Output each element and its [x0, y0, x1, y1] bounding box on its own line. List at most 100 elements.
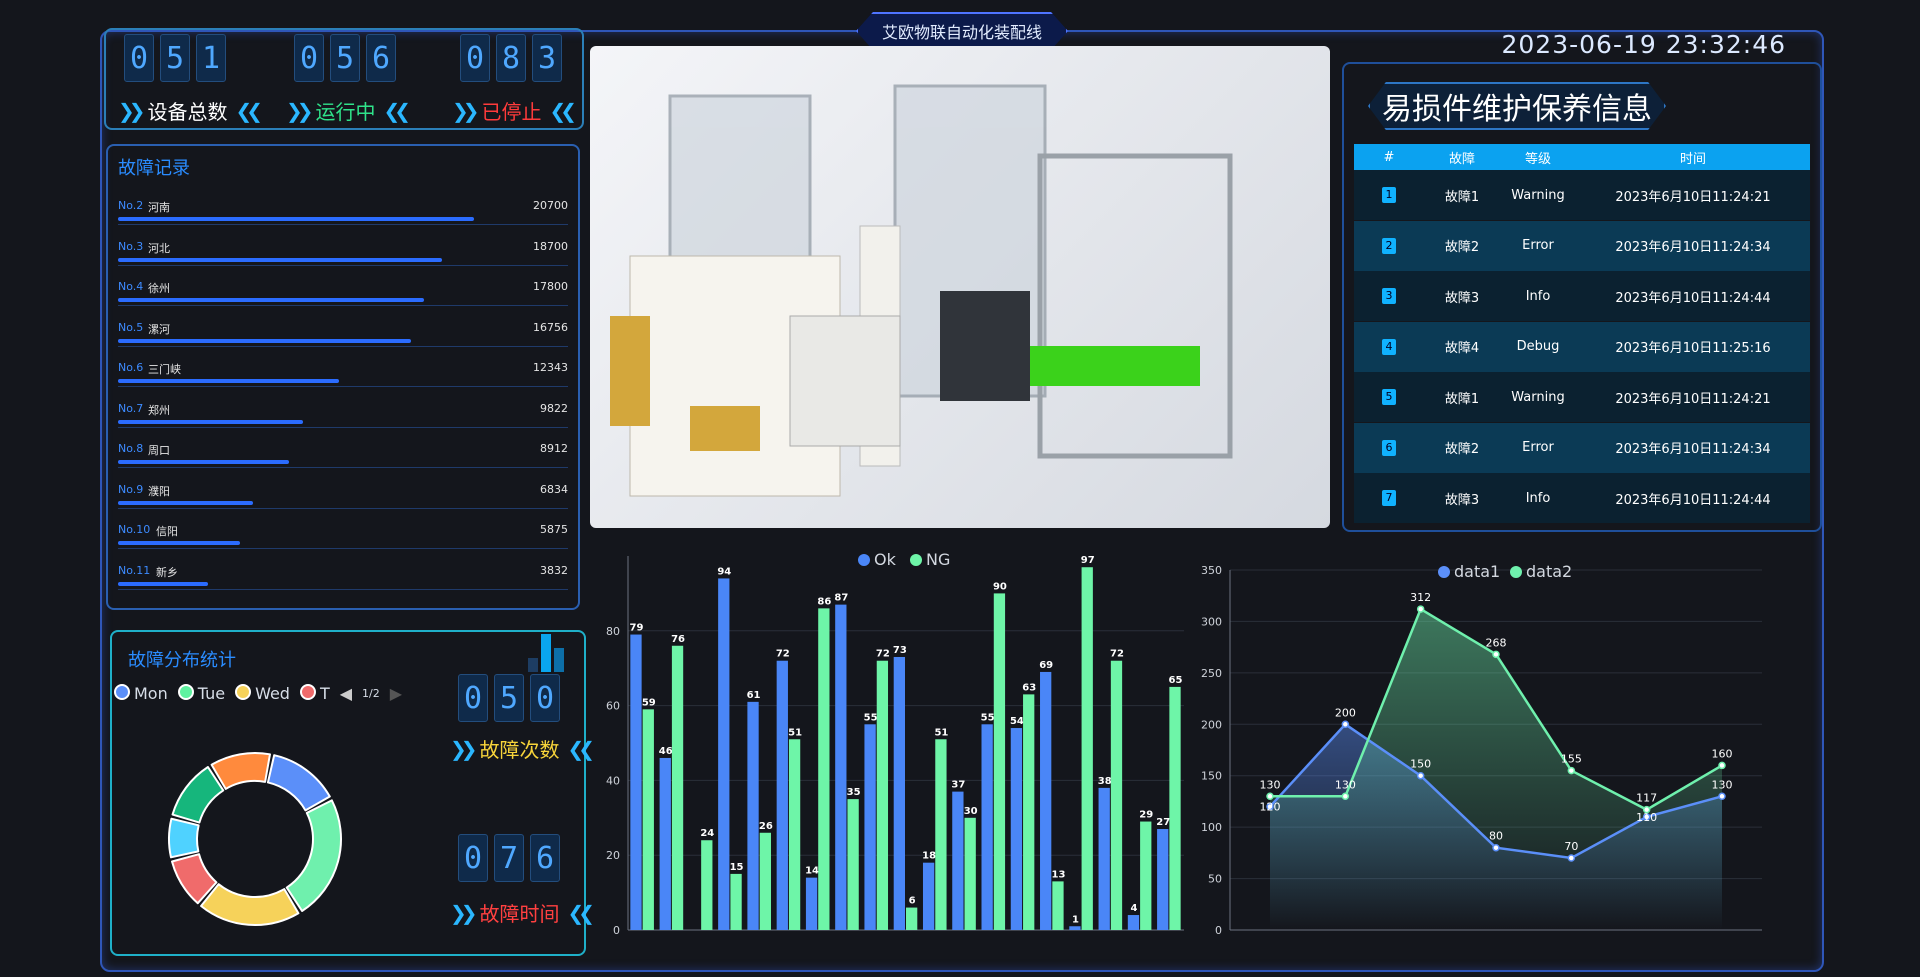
row-time: 2023年6月10日11:24:44: [1615, 290, 1771, 306]
bar-ng[interactable]: [642, 709, 654, 930]
maintenance-row[interactable]: 5 故障1 Warning 2023年6月10日11:24:21: [1354, 372, 1810, 422]
bar-ok[interactable]: [1010, 728, 1023, 930]
row-index-badge: 2: [1382, 237, 1396, 254]
row-level: Debug: [1516, 339, 1560, 354]
data-point[interactable]: [1341, 792, 1350, 801]
data-point[interactable]: [1718, 792, 1726, 801]
bar-data-label: 72: [776, 649, 790, 660]
bar-data-label: 30: [964, 806, 978, 817]
bar-ok[interactable]: [805, 877, 818, 930]
data-point[interactable]: [1492, 650, 1500, 659]
bar-ok[interactable]: [981, 724, 993, 930]
bar-ng[interactable]: [1169, 686, 1181, 930]
digit: 0: [530, 674, 560, 722]
bar-ok[interactable]: [718, 578, 730, 930]
data-point[interactable]: [1492, 843, 1500, 852]
bar-ok[interactable]: [659, 757, 671, 930]
data-point[interactable]: [1642, 805, 1651, 814]
bar-ok[interactable]: [1157, 829, 1169, 930]
legend-dot-icon[interactable]: [910, 554, 922, 566]
bar-ng[interactable]: [876, 660, 889, 930]
bar-ok[interactable]: [630, 634, 642, 930]
legend-item-mon[interactable]: Mon: [114, 684, 168, 703]
bar-ok[interactable]: [952, 791, 964, 930]
donut-slice[interactable]: [210, 752, 271, 790]
row-index-cell: 3: [1354, 288, 1424, 304]
fault-records-title: 故障记录: [118, 158, 190, 179]
bar-ng[interactable]: [701, 840, 713, 930]
fault-record-bar: [118, 460, 289, 464]
legend-item-tue[interactable]: Tue: [177, 684, 225, 703]
donut-slice[interactable]: [171, 766, 225, 824]
fault-record-bar: [118, 541, 240, 545]
legend-dot-icon[interactable]: [858, 554, 870, 566]
row-level: Info: [1525, 288, 1551, 304]
donut-slice[interactable]: [200, 883, 300, 926]
data-point[interactable]: [1416, 605, 1425, 613]
fault-record-bar: [118, 379, 339, 383]
data-point[interactable]: [1416, 771, 1425, 780]
assembly-line-image: [590, 46, 1330, 528]
maintenance-row[interactable]: 7 故障3 Info 2023年6月10日11:24:44: [1354, 473, 1810, 523]
donut-slice[interactable]: [285, 799, 342, 912]
bar-ng[interactable]: [730, 873, 742, 930]
maintenance-row[interactable]: 1 故障1 Warning 2023年6月10日11:24:21: [1354, 170, 1810, 220]
bar-data-label: 4: [1130, 903, 1137, 914]
fault-record-row: No.7 郑州 9822: [118, 402, 568, 442]
data-point[interactable]: [1718, 761, 1726, 770]
donut-slice[interactable]: [266, 754, 331, 812]
bar-ng[interactable]: [1052, 881, 1064, 930]
data-point[interactable]: [1341, 720, 1350, 729]
total-label-text: 设备总数: [147, 100, 228, 124]
y-tick-label: 150: [1201, 770, 1222, 783]
bar-ok[interactable]: [864, 724, 876, 930]
row-time: 2023年6月10日11:24:21: [1615, 189, 1771, 205]
bar-data-label: 63: [1022, 682, 1036, 693]
bar-ng[interactable]: [993, 593, 1006, 930]
bar-ng[interactable]: [1140, 821, 1152, 930]
bar-ng[interactable]: [1081, 567, 1093, 930]
data-point[interactable]: [1567, 766, 1576, 775]
bar-ng[interactable]: [1023, 694, 1035, 930]
legend-dot-icon[interactable]: [1510, 566, 1522, 578]
bar-ok[interactable]: [1127, 915, 1140, 930]
bar-ng[interactable]: [906, 907, 918, 930]
donut-slice[interactable]: [168, 817, 200, 859]
fault-record-name: 信阳: [156, 525, 178, 538]
y-tick-label: 0: [1215, 924, 1222, 937]
bar-ok[interactable]: [747, 701, 759, 930]
y-tick-label: 20: [606, 849, 620, 862]
bar-data-label: 55: [864, 712, 878, 723]
bar-ok[interactable]: [776, 660, 788, 930]
bar-ng[interactable]: [759, 832, 771, 930]
bar-ok[interactable]: [1098, 787, 1110, 930]
bar-ng[interactable]: [1110, 660, 1123, 930]
fault-record-name: 河北: [148, 241, 170, 255]
fault-record-no: No.11: [118, 563, 151, 577]
legend-item-wed[interactable]: Wed: [235, 684, 290, 703]
point-data-label: 130: [1335, 778, 1356, 791]
bar-ng[interactable]: [671, 645, 684, 930]
maintenance-row[interactable]: 2 故障2 Error 2023年6月10日11:24:34: [1354, 220, 1810, 271]
data-point[interactable]: [1567, 854, 1576, 862]
legend-next-icon[interactable]: ▶: [390, 684, 402, 703]
bar-ng[interactable]: [788, 739, 801, 930]
maintenance-row[interactable]: 4 故障4 Debug 2023年6月10日11:25:16: [1354, 321, 1810, 372]
legend-prev-icon[interactable]: ◀: [340, 684, 352, 703]
legend-dot-icon[interactable]: [1438, 566, 1450, 578]
fault-record-row: No.6 三门峡 12343: [118, 361, 568, 401]
maintenance-row[interactable]: 3 故障3 Info 2023年6月10日11:24:44: [1354, 271, 1810, 321]
maintenance-row[interactable]: 6 故障2 Error 2023年6月10日11:24:34: [1354, 422, 1810, 473]
bar-ng[interactable]: [964, 817, 976, 930]
bar-ok[interactable]: [1069, 926, 1081, 930]
data-point[interactable]: [1266, 792, 1274, 801]
legend-item-t[interactable]: T: [299, 684, 330, 703]
bar-ok[interactable]: [922, 862, 935, 930]
bar-ng[interactable]: [935, 739, 947, 930]
fault-count-digits: 0 5 0: [458, 674, 560, 722]
bar-ok[interactable]: [1040, 671, 1052, 930]
bar-ng[interactable]: [818, 608, 830, 930]
bar-ng[interactable]: [847, 799, 859, 930]
bar-ok[interactable]: [835, 604, 847, 930]
bar-ok[interactable]: [893, 656, 905, 930]
